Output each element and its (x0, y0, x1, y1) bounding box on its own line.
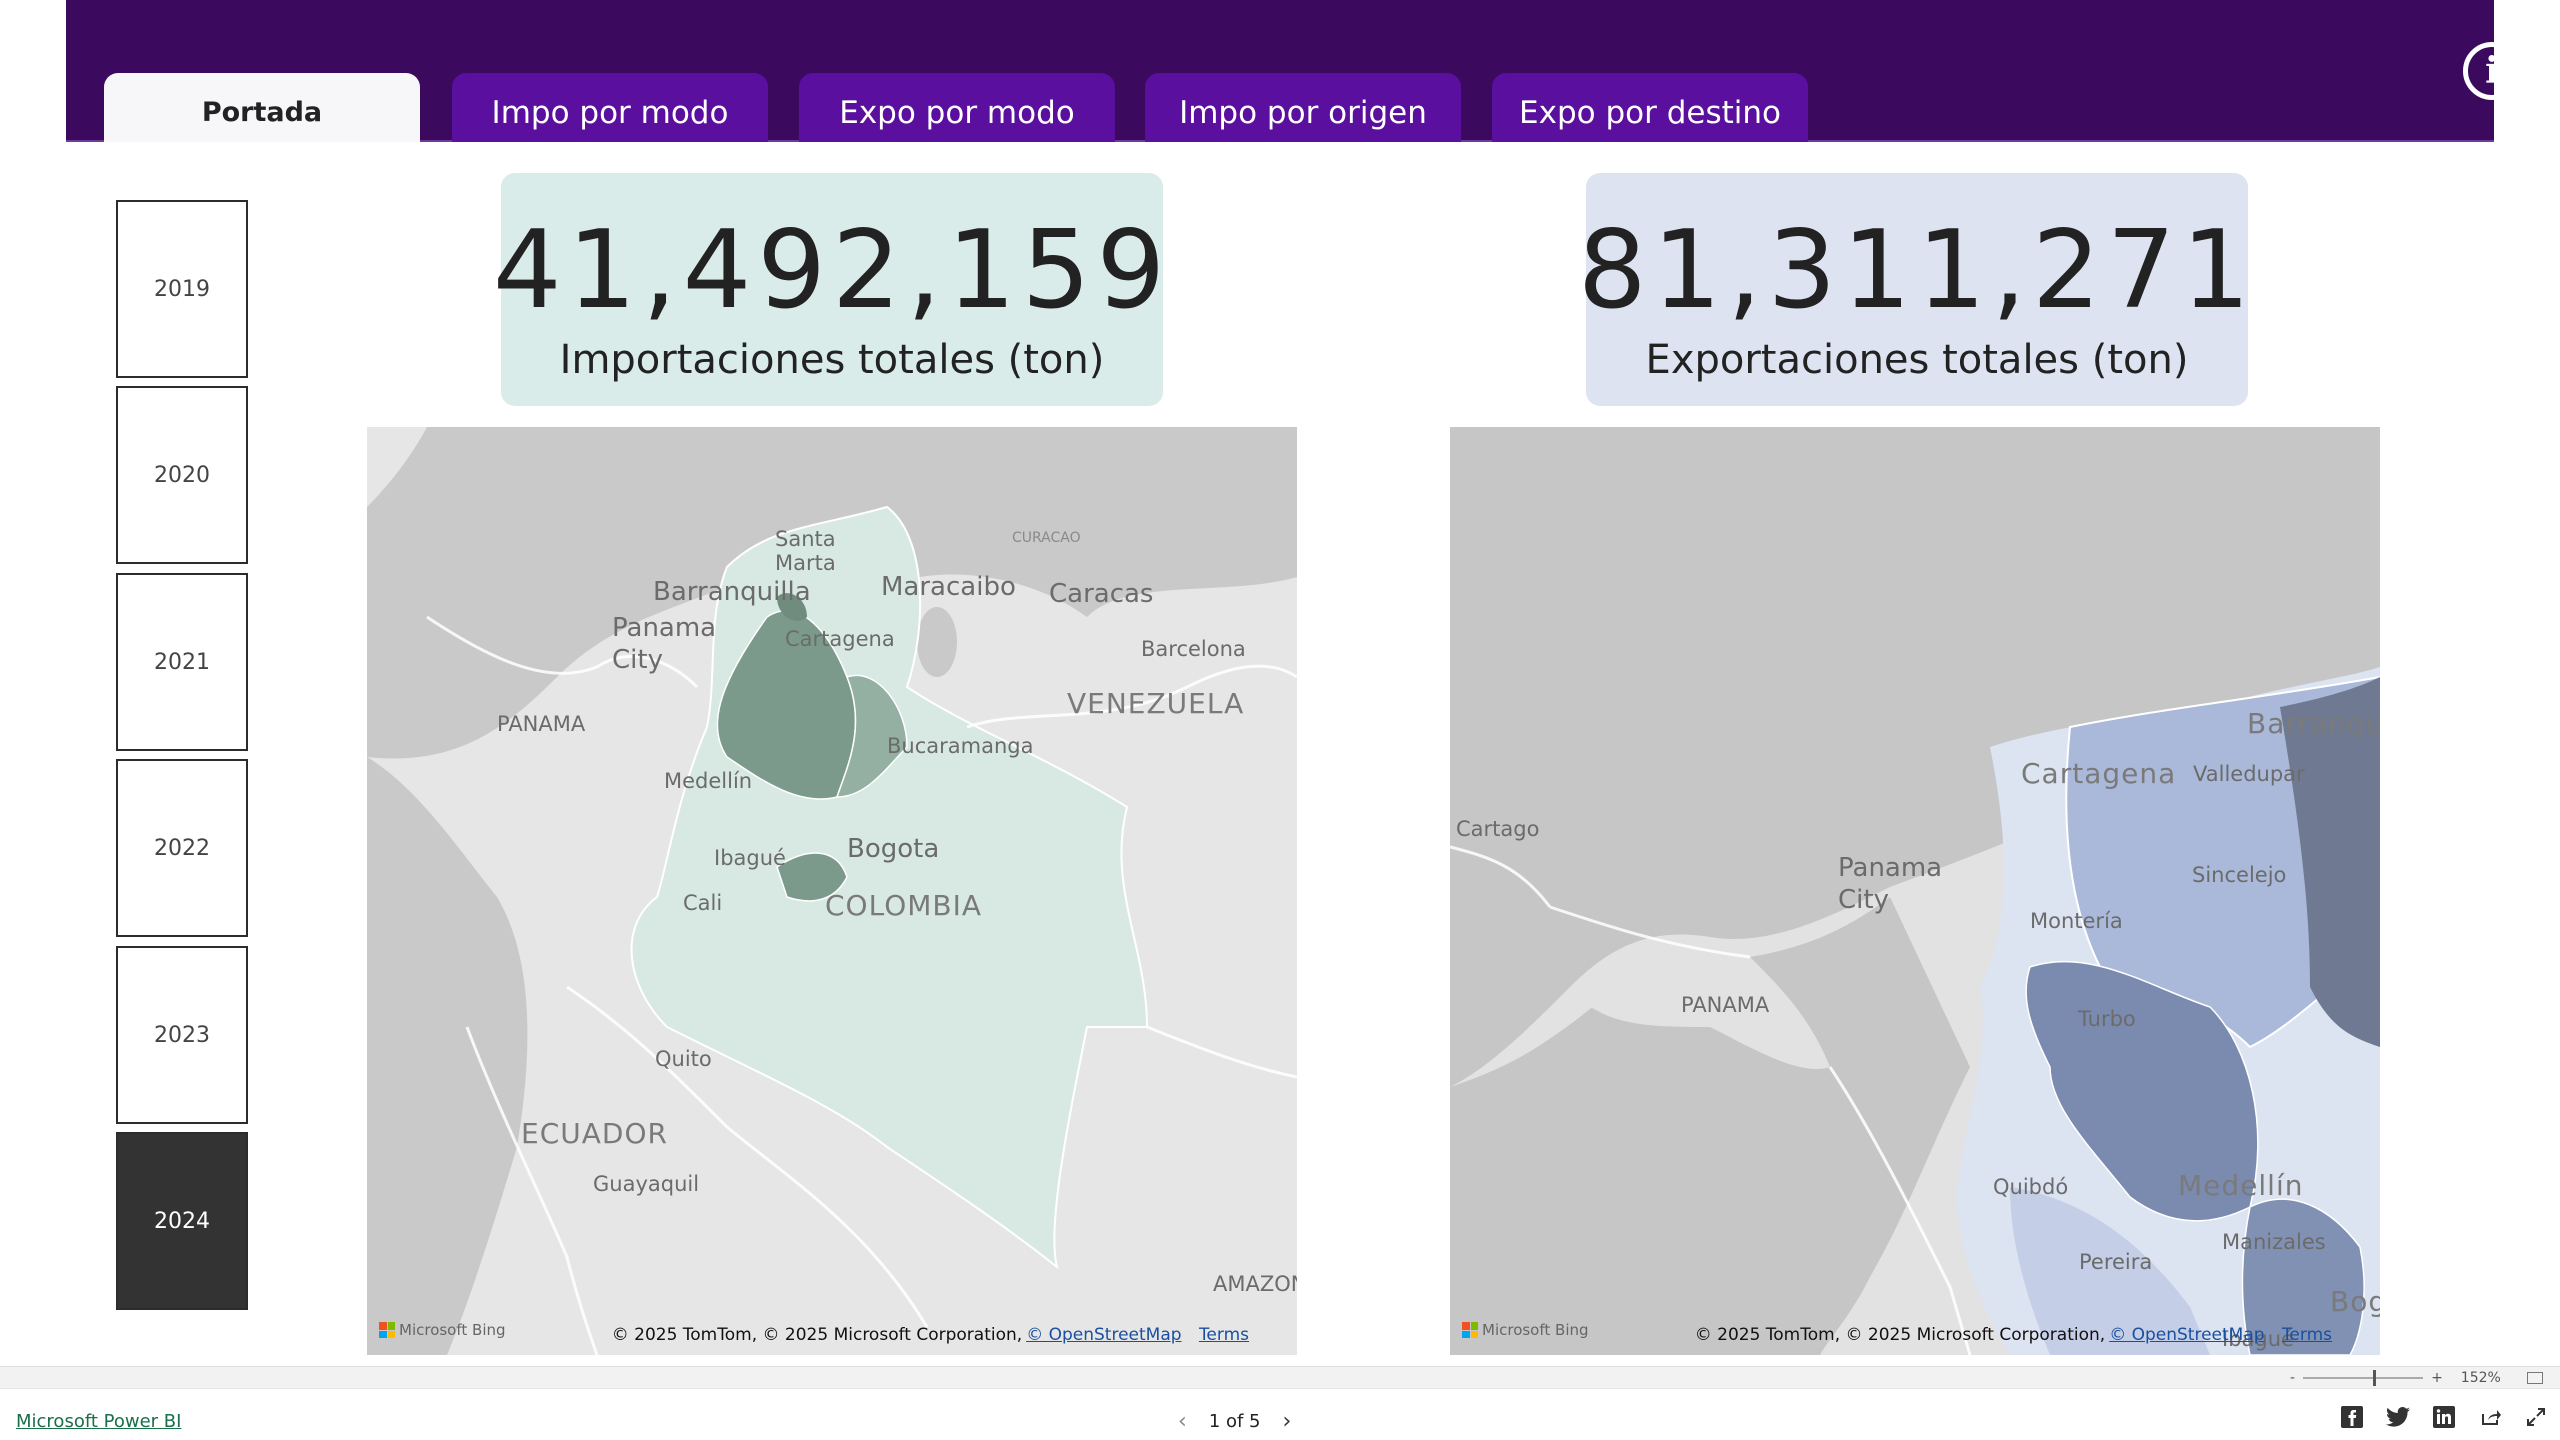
openstreetmap-link[interactable]: © OpenStreetMap (1026, 1325, 1181, 1345)
map-label: Valledupar (2193, 762, 2305, 786)
imports-total-value: 41,492,159 (492, 208, 1172, 333)
year-button-2022[interactable]: 2022 (116, 759, 248, 937)
openstreetmap-link[interactable]: © OpenStreetMap (2109, 1325, 2264, 1345)
linkedin-icon[interactable] (2432, 1405, 2456, 1429)
imports-map[interactable]: Santa Marta CURACAO Barranquilla Maracai… (367, 427, 1297, 1355)
zoom-slider-thumb[interactable] (2373, 1370, 2377, 1386)
map-label: Marta (775, 551, 836, 575)
bing-text: Microsoft Bing (399, 1321, 506, 1339)
year-button-2020[interactable]: 2020 (116, 386, 248, 564)
map-label: Maracaibo (881, 572, 1016, 602)
exports-total-label: Exportaciones totales (ton) (1645, 337, 2189, 383)
terms-link[interactable]: Terms (1199, 1325, 1249, 1345)
map-label: Ibagué (714, 846, 786, 870)
zoom-out-button[interactable]: - (2290, 1370, 2295, 1386)
previous-page-icon[interactable]: ‹ (1178, 1409, 1187, 1434)
map-label: Medellín (2178, 1169, 2304, 1202)
map-label: Guayaquil (593, 1172, 700, 1196)
map-label: Caracas (1049, 579, 1154, 609)
map-label: PANAMA (1681, 993, 1770, 1017)
tab-expo-por-modo[interactable]: Expo por modo (799, 73, 1115, 142)
map-label: Cali (683, 891, 723, 915)
zoom-in-button[interactable]: + (2431, 1370, 2443, 1386)
imports-total-label: Importaciones totales (ton) (559, 337, 1105, 383)
map-label: Manizales (2222, 1230, 2326, 1254)
bing-logo: Microsoft Bing (379, 1321, 506, 1339)
map-attribution: © 2025 TomTom, © 2025 Microsoft Corporat… (1695, 1325, 2332, 1345)
page-indicator: 1 of 5 (1208, 1411, 1261, 1432)
map-label: AMAZON (1213, 1272, 1297, 1296)
share-bar (2340, 1405, 2548, 1429)
map-label: Bogota (847, 834, 940, 864)
microsoft-logo-icon (379, 1322, 395, 1338)
map-label: Bog (2330, 1285, 2380, 1318)
tab-impo-por-modo[interactable]: Impo por modo (452, 73, 768, 142)
zoom-slider[interactable] (2303, 1370, 2424, 1386)
share-icon[interactable] (2478, 1405, 2502, 1429)
attribution-text: © 2025 TomTom, © 2025 Microsoft Corporat… (1694, 1325, 2106, 1345)
map-label: Barranqu (2247, 707, 2380, 740)
bing-text: Microsoft Bing (1482, 1321, 1589, 1339)
map-label: VENEZUELA (1067, 687, 1245, 720)
map-label: Montería (2030, 909, 2123, 933)
map-label: City (1838, 885, 1889, 915)
map-label: Pereira (2079, 1250, 2153, 1274)
fullscreen-icon[interactable] (2524, 1405, 2548, 1429)
next-page-icon[interactable]: › (1283, 1409, 1292, 1434)
microsoft-logo-icon (1462, 1322, 1478, 1338)
tab-portada[interactable]: Portada (104, 73, 420, 142)
year-button-2023[interactable]: 2023 (116, 946, 248, 1124)
map-label: Quito (655, 1047, 712, 1071)
info-icon[interactable]: i (2463, 42, 2521, 100)
map-label: Quibdó (1993, 1175, 2069, 1199)
map-label: Barranquilla (653, 577, 811, 607)
exports-total-value: 81,311,271 (1577, 208, 2257, 333)
exports-map-canvas (1450, 427, 2380, 1355)
page-navigator: ‹ 1 of 5 › (1178, 1409, 1291, 1434)
map-label: Medellín (664, 769, 753, 793)
report-header: Portada Impo por modo Expo por modo Impo… (66, 0, 2521, 142)
bing-logo: Microsoft Bing (1462, 1321, 1589, 1339)
exports-kpi-card: 81,311,271 Exportaciones totales (ton) (1578, 173, 2250, 406)
attribution-text: © 2025 TomTom, © 2025 Microsoft Corporat… (611, 1325, 1023, 1345)
map-label: Cartagena (2021, 757, 2177, 790)
map-label: Turbo (2078, 1007, 2136, 1031)
footer-bar: Microsoft Power BI ‹ 1 of 5 › (0, 1388, 2560, 1440)
map-label: CURACAO (1012, 530, 1081, 546)
map-label: Santa (775, 527, 836, 551)
map-attribution: © 2025 TomTom, © 2025 Microsoft Corporat… (612, 1325, 1249, 1345)
fit-to-page-icon[interactable] (2526, 1372, 2543, 1384)
year-button-2019[interactable]: 2019 (116, 200, 248, 378)
map-label: Panama (1838, 853, 1943, 883)
zoom-level: 152% (2460, 1370, 2501, 1386)
map-label: Bucaramanga (887, 734, 1034, 758)
map-label: Panama (612, 613, 717, 643)
map-label: COLOMBIA (825, 889, 983, 922)
imports-kpi-card: 41,492,159 Importaciones totales (ton) (493, 173, 1165, 406)
tab-expo-por-destino[interactable]: Expo por destino (1492, 73, 1808, 142)
map-label: Cartago (1456, 817, 1540, 841)
exports-map[interactable]: Barranqu Cartagena Valledupar Cartago Pa… (1450, 427, 2380, 1355)
twitter-icon[interactable] (2386, 1405, 2410, 1429)
tab-impo-por-origen[interactable]: Impo por origen (1145, 73, 1461, 142)
map-label: Sincelejo (2192, 863, 2287, 887)
powerbi-link[interactable]: Microsoft Power BI (16, 1411, 181, 1432)
map-label: PANAMA (497, 712, 586, 736)
zoom-control: - + 152% (2290, 1370, 2543, 1386)
map-label: Barcelona (1141, 637, 1246, 661)
map-label: Cartagena (785, 627, 895, 651)
year-button-2021[interactable]: 2021 (116, 573, 248, 751)
canvas-bottom-strip (0, 1366, 2560, 1388)
map-label: City (612, 645, 663, 675)
terms-link[interactable]: Terms (2282, 1325, 2332, 1345)
map-label: ECUADOR (521, 1117, 668, 1150)
facebook-icon[interactable] (2340, 1405, 2364, 1429)
year-button-2024[interactable]: 2024 (116, 1132, 248, 1310)
